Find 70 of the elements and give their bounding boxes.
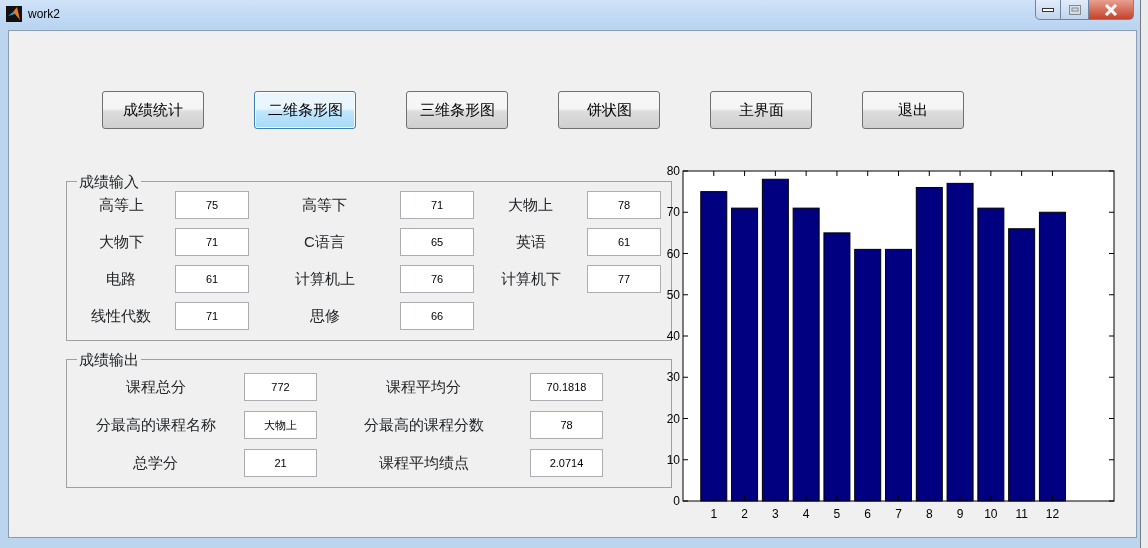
menu-button[interactable]: 退出 xyxy=(862,91,964,129)
window-title: work2 xyxy=(28,6,60,23)
tick-label: 80 xyxy=(666,164,680,178)
panel-title: 成绩输入 xyxy=(78,174,140,189)
field-label: 高等上 xyxy=(97,194,145,215)
tick-label: 5 xyxy=(833,507,841,521)
field-label: C语言 xyxy=(303,231,346,252)
input-field[interactable]: 21 xyxy=(244,449,317,477)
tick-label: 10 xyxy=(666,452,680,467)
input-field[interactable]: 65 xyxy=(400,228,474,256)
field-label: 电路 xyxy=(105,268,137,289)
field-label: 分最高的课程名称 xyxy=(94,414,217,435)
field-label: 大物上 xyxy=(507,194,554,215)
input-field[interactable]: 772 xyxy=(244,373,317,401)
menu-button[interactable]: 二维条形图 xyxy=(254,91,356,129)
field-label: 课程平均绩点 xyxy=(377,452,470,473)
close-button[interactable] xyxy=(1088,0,1134,20)
field-label: 高等下 xyxy=(301,194,348,215)
input-field[interactable]: 66 xyxy=(400,302,474,330)
tick-label: 4 xyxy=(802,507,810,521)
tick-label: 1 xyxy=(710,507,718,521)
menu-button[interactable]: 成绩统计 xyxy=(102,91,204,129)
tick-label: 12 xyxy=(1045,507,1060,521)
tick-label: 60 xyxy=(666,246,680,261)
input-field[interactable]: 76 xyxy=(400,265,474,293)
input-field[interactable]: 71 xyxy=(175,302,249,330)
minimize-icon xyxy=(1042,6,1054,13)
tick-label: 3 xyxy=(772,507,779,521)
input-field[interactable]: 大物上 xyxy=(244,411,317,439)
tick-label: 2 xyxy=(741,507,748,521)
input-field[interactable]: 77 xyxy=(587,265,661,293)
panel-title: 成绩输出 xyxy=(78,352,140,367)
field-label: 分最高的课程分数 xyxy=(362,414,485,435)
app-icon xyxy=(6,6,22,22)
tick-label: 50 xyxy=(666,287,680,302)
tick-label: 10 xyxy=(984,507,998,521)
menu-button[interactable]: 饼状图 xyxy=(558,91,660,129)
field-label: 英语 xyxy=(514,231,547,252)
tick-label: 30 xyxy=(666,370,680,385)
close-icon xyxy=(1104,3,1118,16)
input-field[interactable]: 78 xyxy=(530,411,603,439)
tick-label: 70 xyxy=(666,205,680,220)
field-label: 计算机下 xyxy=(499,268,562,289)
tick-label: 11 xyxy=(1015,507,1028,521)
input-field[interactable]: 78 xyxy=(587,191,661,219)
input-field[interactable]: 61 xyxy=(175,265,249,293)
tick-label: 40 xyxy=(666,329,680,343)
field-label: 计算机上 xyxy=(293,268,356,289)
tick-label: 8 xyxy=(925,507,933,521)
input-field[interactable]: 75 xyxy=(175,191,249,219)
input-field[interactable]: 71 xyxy=(175,228,249,256)
field-label: 课程平均分 xyxy=(385,376,462,397)
menu-button[interactable]: 主界面 xyxy=(710,91,812,129)
tick-label: 0 xyxy=(673,494,680,508)
tick-label: 6 xyxy=(864,507,872,521)
input-field[interactable]: 2.0714 xyxy=(530,449,603,477)
tick-label: 7 xyxy=(895,507,902,521)
tick-label: 9 xyxy=(956,507,964,521)
input-field[interactable]: 71 xyxy=(400,191,474,219)
field-label: 课程总分 xyxy=(124,376,187,397)
maximize-icon xyxy=(1068,4,1081,15)
field-label: 线性代数 xyxy=(90,305,152,326)
field-label: 思修 xyxy=(308,305,341,326)
field-label: 大物下 xyxy=(97,231,145,252)
field-label: 总学分 xyxy=(132,452,179,473)
tick-label: 20 xyxy=(666,411,680,426)
menu-button[interactable]: 三维条形图 xyxy=(406,91,508,129)
input-field[interactable]: 61 xyxy=(587,228,661,256)
input-field[interactable]: 70.1818 xyxy=(530,373,603,401)
minimize-button[interactable] xyxy=(1035,0,1061,20)
